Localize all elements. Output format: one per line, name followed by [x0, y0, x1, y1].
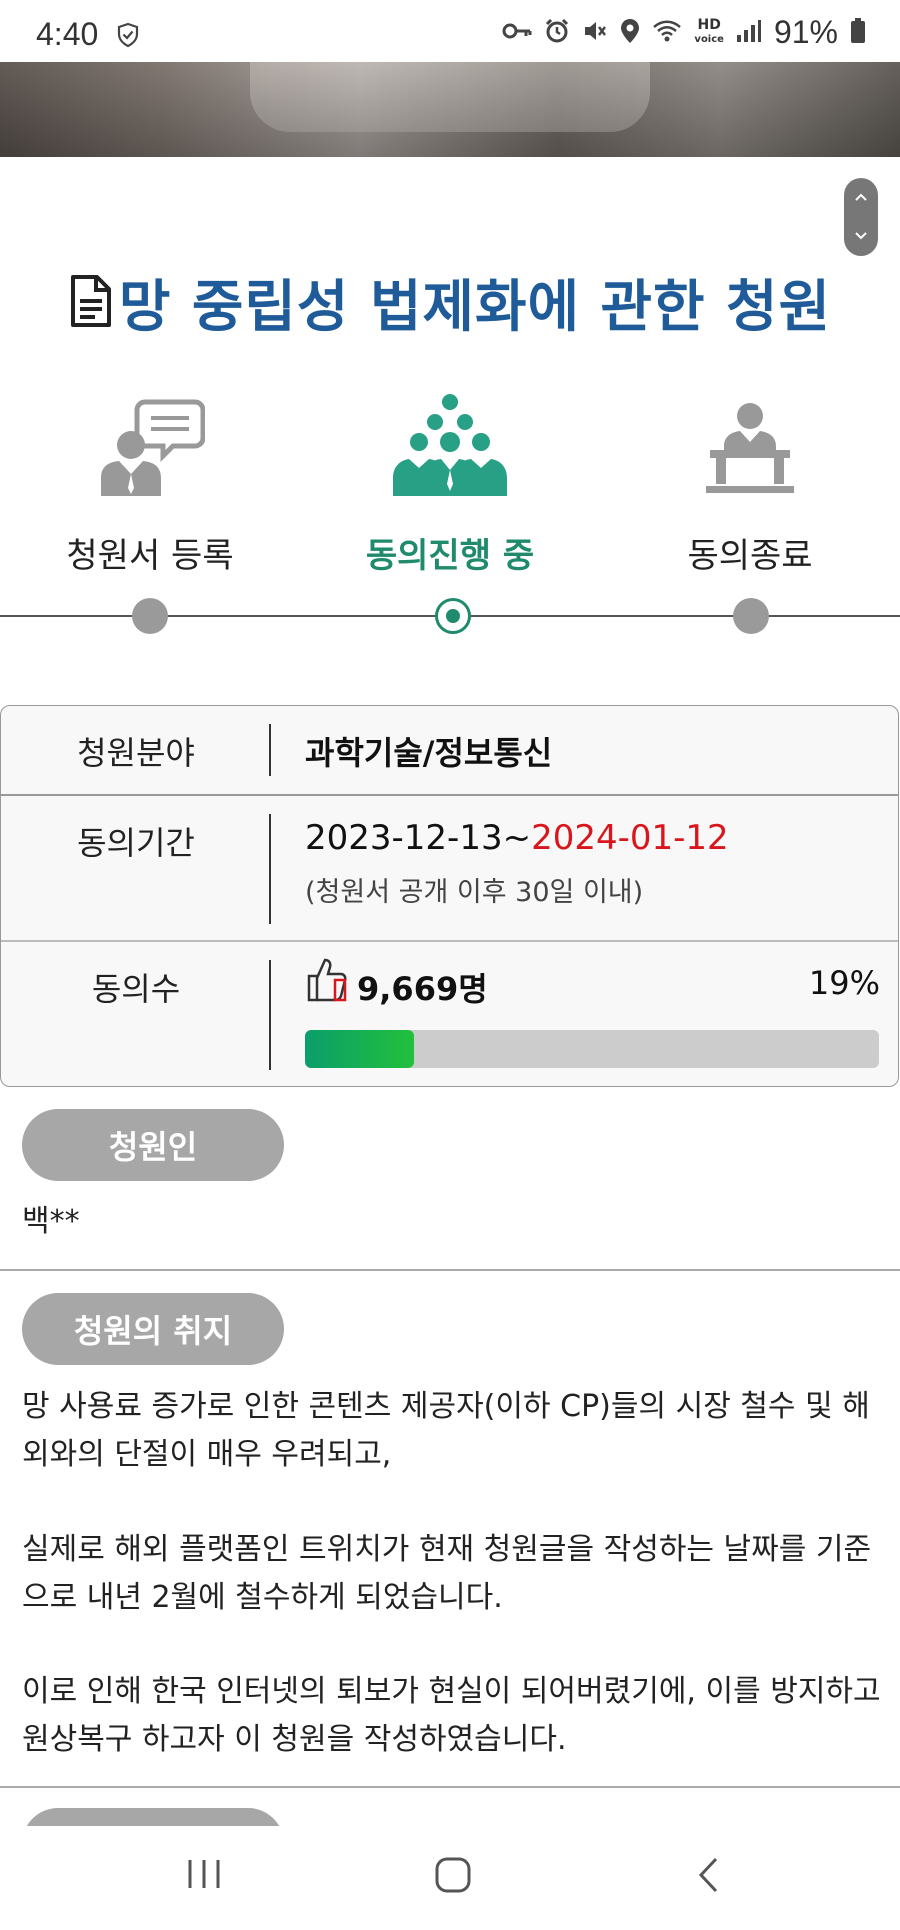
- step-dot-register: [132, 598, 168, 634]
- step-in-progress: 동의진행 중: [330, 388, 570, 577]
- status-icons: HD voice 91%: [502, 14, 866, 51]
- wifi-icon: [652, 19, 682, 47]
- period-label: 동의기간: [77, 824, 195, 862]
- petitioner-label-pill: 청원인: [22, 1109, 284, 1181]
- petitioner-name: 백**: [22, 1204, 80, 1239]
- purpose-label-pill: 청원의 취지: [22, 1293, 284, 1365]
- person-speech-icon: [30, 388, 270, 498]
- mute-icon: [582, 18, 608, 48]
- location-icon: [620, 18, 640, 48]
- system-nav-bar: [0, 1826, 900, 1930]
- shield-check-icon: [116, 22, 140, 52]
- step-label: 동의종료: [687, 536, 813, 576]
- page-title-row: 망 중립성 법제화에 관한 청원: [0, 262, 900, 343]
- step-register: 청원서 등록: [30, 388, 270, 577]
- status-time: 4:40: [36, 16, 99, 52]
- count-value: 9,669명: [357, 970, 488, 1008]
- step-dot-in-progress: [435, 598, 471, 634]
- home-icon[interactable]: [434, 1856, 472, 1898]
- chevron-down-icon[interactable]: [853, 227, 869, 246]
- count-label: 동의수: [91, 970, 181, 1008]
- info-row-period: 동의기간 2023-12-13~2024-01-12 (청원서 공개 이후 30…: [1, 796, 898, 940]
- back-icon[interactable]: [694, 1856, 724, 1898]
- group-people-icon: [330, 388, 570, 498]
- divider: [0, 1269, 900, 1271]
- period-start: 2023-12-13~: [305, 818, 532, 858]
- consent-progress-bar: [305, 1030, 879, 1068]
- scroll-control[interactable]: [844, 178, 878, 256]
- step-ended: 동의종료: [630, 388, 870, 577]
- hd-voice-icon: HD voice: [694, 17, 724, 45]
- signal-icon: [736, 19, 762, 47]
- field-label: 청원분야: [77, 734, 195, 772]
- consent-progress-fill: [305, 1030, 415, 1068]
- petition-info-table: 청원분야 과학기술/정보통신 동의기간 2023-12-13~2024-01-1…: [0, 705, 899, 1087]
- document-icon: [69, 274, 113, 332]
- alarm-icon: [544, 18, 570, 48]
- battery-icon: [850, 17, 866, 48]
- field-value: 과학기술/정보통신: [305, 734, 553, 772]
- hero-image: [0, 62, 900, 157]
- info-row-field: 청원분야 과학기술/정보통신: [1, 706, 898, 794]
- step-label: 동의진행 중: [365, 536, 535, 576]
- key-icon: [502, 21, 532, 45]
- chevron-up-icon[interactable]: [853, 188, 869, 207]
- divider: [0, 1786, 900, 1788]
- purpose-paragraph-1: 망 사용료 증가로 인한 콘텐츠 제공자(이하 CP)들의 시장 철수 및 해외…: [22, 1389, 870, 1472]
- info-row-count: 동의수 9,669명 19%: [1, 942, 898, 1086]
- purpose-paragraph-3: 이로 인해 한국 인터넷의 퇴보가 현실이 되어버렸기에, 이를 방지하고 원상…: [22, 1674, 881, 1757]
- recent-apps-icon[interactable]: [184, 1856, 224, 1896]
- battery-percent: 91%: [773, 14, 838, 50]
- step-label: 청원서 등록: [66, 536, 234, 576]
- thumbs-up-icon: [305, 956, 347, 1006]
- period-dates: 2023-12-13~2024-01-12: [305, 818, 729, 858]
- purpose-paragraph-2: 실제로 해외 플랫폼인 트위치가 현재 청원글을 작성하는 날짜를 기준으로 내…: [22, 1532, 872, 1615]
- status-bar: 4:40 HD voice 91%: [0, 0, 900, 62]
- page-title: 망 중립성 법제화에 관한 청원: [118, 275, 832, 340]
- period-end: 2024-01-12: [531, 818, 729, 858]
- podium-speaker-icon: [630, 388, 870, 498]
- period-note: (청원서 공개 이후 30일 이내): [305, 877, 644, 908]
- count-percent: 19%: [808, 964, 880, 1002]
- step-dot-ended: [733, 598, 769, 634]
